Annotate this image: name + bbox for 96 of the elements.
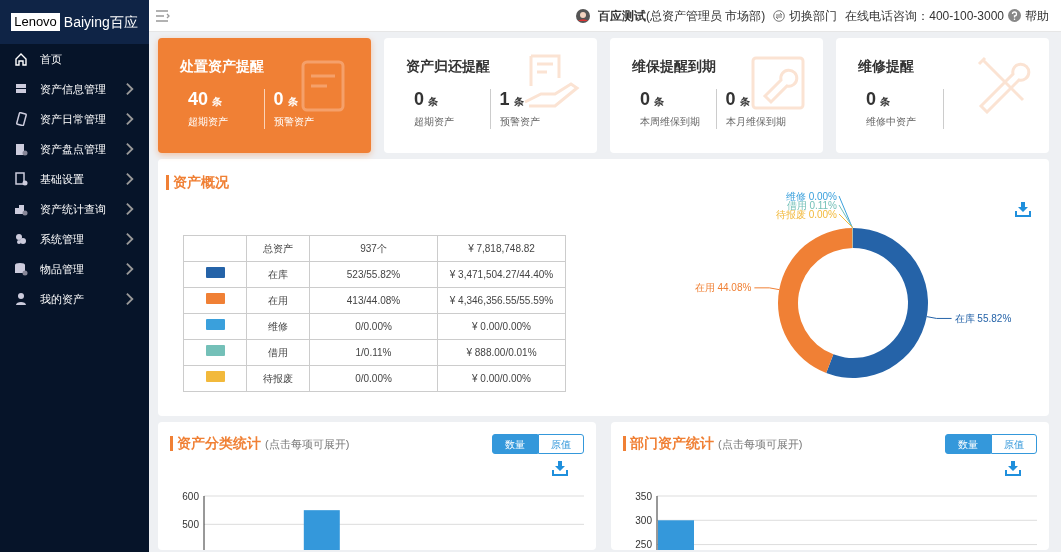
help-icon (1008, 9, 1021, 22)
axis-tick-label: 350 (635, 490, 652, 502)
sidebar-item[interactable]: 我的资产 (0, 284, 149, 314)
card-title: 资产归还提醒 (406, 57, 491, 76)
table-cell: 在用 (246, 287, 310, 314)
axis-tick-label: 300 (635, 514, 652, 526)
stat-unit: 条 (739, 96, 750, 107)
hint-text: (点击每项可展开) (265, 436, 350, 452)
stat-unit: 条 (428, 96, 438, 107)
boxes-icon (14, 202, 28, 216)
table-cell: 1/0.11% (309, 339, 438, 366)
sidebar-item[interactable]: 资产盘点管理 (0, 134, 149, 164)
table-cell: ¥ 3,471,504.27/44.40% (437, 261, 566, 288)
axis-tick-label: 500 (182, 518, 199, 530)
table-cell: 0/0.00% (309, 313, 438, 340)
sidebar-item[interactable]: 基础设置 (0, 164, 149, 194)
section-title: 资产概况 (166, 175, 598, 190)
swap-icon (773, 9, 786, 22)
stat-value: 40 (188, 89, 209, 109)
sidebar-item[interactable]: 资产日常管理 (0, 104, 149, 134)
table-cell: 总资产 (246, 235, 310, 262)
stat-label: 超期资产 (188, 114, 229, 129)
sidebar-item[interactable]: 资产统计查询 (0, 194, 149, 224)
stat-unit: 条 (212, 96, 223, 107)
server-icon (14, 82, 28, 96)
table-cell: ¥ 888.00/0.01% (437, 339, 566, 366)
stat-value: 0 (866, 89, 876, 109)
table-cell: 0/0.00% (309, 365, 438, 392)
axis-tick-label: 250 (635, 539, 652, 550)
table-cell: 借用 (246, 339, 310, 366)
stat-label: 维修中资产 (866, 114, 917, 129)
stat-label: 本周维保到期 (640, 114, 701, 129)
stat-value: 0 (414, 89, 424, 109)
reminder-card[interactable]: 资产归还提醒 0 条 超期资产 1 条 预警资产 (384, 38, 597, 153)
sidebar-item[interactable]: 资产信息管理 (0, 74, 149, 104)
download-icon[interactable] (1005, 460, 1021, 476)
stat-unit: 条 (287, 96, 298, 107)
stat-label: 预警资产 (273, 114, 315, 129)
card-title: 维保提醒到期 (632, 57, 717, 76)
table-cell: ¥ 7,818,748.82 (437, 235, 566, 262)
menu-icon[interactable] (155, 8, 171, 23)
table-cell: ¥ 0.00/0.00% (437, 313, 566, 340)
database-icon (14, 262, 28, 276)
stat-value: 0 (273, 89, 284, 109)
stat-label: 超期资产 (414, 114, 455, 129)
card-title: 处置资产提醒 (180, 57, 265, 76)
table-cell: 937个 (309, 235, 438, 262)
house-icon (14, 52, 28, 66)
table-cell: 523/55.82% (309, 261, 438, 288)
leader-line (753, 287, 780, 291)
sidebar-item[interactable]: 系统管理 (0, 224, 149, 254)
table-cell: 维修 (246, 313, 310, 340)
avatar-icon (575, 8, 590, 23)
download-icon[interactable] (552, 460, 568, 476)
stat-value: 0 (640, 89, 650, 109)
document-icon (14, 172, 28, 186)
chart-label: 维修 0.00% (785, 190, 837, 202)
hotline-text: 在线电话咨询：400-100-3000 (845, 7, 1004, 25)
section-title: 部门资产统计 (623, 435, 714, 451)
section-title: 资产分类统计 (170, 435, 261, 451)
y-axis (656, 495, 658, 550)
axis-tick-label: 600 (182, 490, 199, 502)
bar[interactable] (303, 510, 340, 550)
sidebar-item[interactable]: 物品管理 (0, 254, 149, 284)
table-cell: 在库 (246, 261, 310, 288)
stat-label: 预警资产 (499, 114, 541, 129)
person-icon (14, 292, 28, 306)
table-cell: 413/44.08% (309, 287, 438, 314)
stat-unit: 条 (880, 96, 890, 107)
table-cell: ¥ 4,346,356.55/55.59% (437, 287, 566, 314)
chart-label: 在库 55.82% (954, 312, 1012, 324)
stat-label: 本月维保到期 (725, 114, 787, 129)
y-axis (203, 495, 205, 550)
switch-department-link[interactable]: 切换部门 (773, 6, 838, 25)
leader-line (926, 316, 953, 319)
logo-text: Baiying百应 (63, 12, 138, 32)
stat-unit: 条 (513, 96, 524, 107)
stat-value: 1 (499, 89, 510, 109)
clipboard-icon (14, 142, 28, 156)
stat-unit: 条 (654, 96, 664, 107)
table-cell: ¥ 0.00/0.00% (437, 365, 566, 392)
logo-text: Lenovo (11, 13, 60, 31)
sidebar-item[interactable]: 首页 (0, 44, 149, 74)
table-cell: 待报废 (246, 365, 310, 392)
phone-icon (14, 112, 28, 126)
card-title: 维修提醒 (858, 57, 915, 76)
cogs-icon (14, 232, 28, 246)
help-link[interactable]: 帮助 (1008, 6, 1049, 25)
stat-value: 0 (725, 89, 736, 109)
reminder-card[interactable]: 维修提醒 0 条 维修中资产 (836, 38, 1049, 153)
hint-text: (点击每项可展开) (718, 436, 803, 452)
user-role: (总资产管理员 市场部) (645, 7, 766, 25)
user-name: 百应测试 (597, 7, 646, 25)
download-icon[interactable] (1015, 201, 1031, 217)
chart-label: 在用 44.08% (694, 282, 752, 294)
reminder-card[interactable]: 维保提醒到期 0 条 本周维保到期 0 条 本月维保到期 (610, 38, 823, 153)
